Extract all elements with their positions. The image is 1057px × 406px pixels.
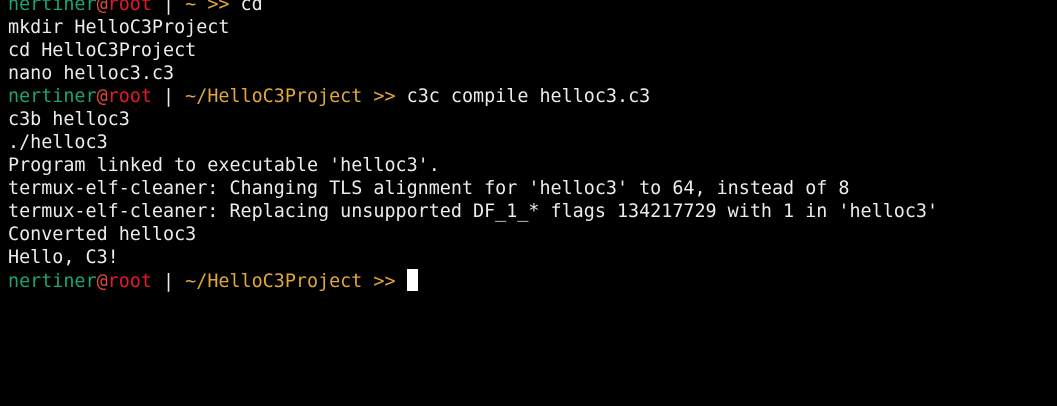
prompt-host: root (107, 86, 152, 107)
prompt-arrow: >> (362, 86, 407, 107)
prompt-at: @ (96, 0, 108, 15)
prompt-arrow: >> (196, 0, 241, 15)
output-line: Program linked to executable 'helloc3'. (8, 155, 440, 176)
prompt-host: root (107, 271, 152, 292)
terminal-window[interactable]: nertiner@root | ~ >> cd mkdir HelloC3Pro… (0, 0, 1057, 406)
prompt-user: nertiner (8, 0, 97, 15)
output-line: Converted helloc3 (8, 224, 197, 245)
prompt-separator: | (151, 271, 186, 292)
prompt-separator: | (151, 86, 186, 107)
prompt-arrow: >> (362, 271, 407, 292)
prompt-at: @ (96, 86, 108, 107)
prompt-line: nertiner@root | ~ >> cd (8, 0, 1057, 16)
prompt-line: nertiner@root | ~/HelloC3Project >> c3c … (8, 85, 1057, 108)
output-line: mkdir HelloC3Project (8, 17, 230, 38)
output-line: termux-elf-cleaner: Changing TLS alignme… (8, 178, 850, 199)
prompt-path: ~/HelloC3Project (185, 271, 363, 292)
text-cursor (406, 269, 418, 291)
prompt-host: root (107, 0, 152, 15)
output-line: cd HelloC3Project (8, 40, 197, 61)
active-prompt-line[interactable]: nertiner@root | ~/HelloC3Project >> (8, 269, 1057, 292)
prompt-separator: | (151, 0, 186, 15)
output-line: termux-elf-cleaner: Replacing unsupporte… (8, 201, 939, 222)
prompt-path: ~ (185, 0, 197, 15)
prompt-user: nertiner (8, 271, 97, 292)
output-line: Hello, C3! (8, 247, 119, 268)
output-line: ./helloc3 (8, 132, 108, 153)
prompt-path: ~/HelloC3Project (185, 86, 363, 107)
prompt-command: cd (240, 0, 263, 15)
prompt-at: @ (96, 271, 108, 292)
prompt-command: c3c compile helloc3.c3 (406, 86, 651, 107)
prompt-user: nertiner (8, 86, 97, 107)
output-line: c3b helloc3 (8, 109, 130, 130)
output-line: nano helloc3.c3 (8, 63, 175, 84)
